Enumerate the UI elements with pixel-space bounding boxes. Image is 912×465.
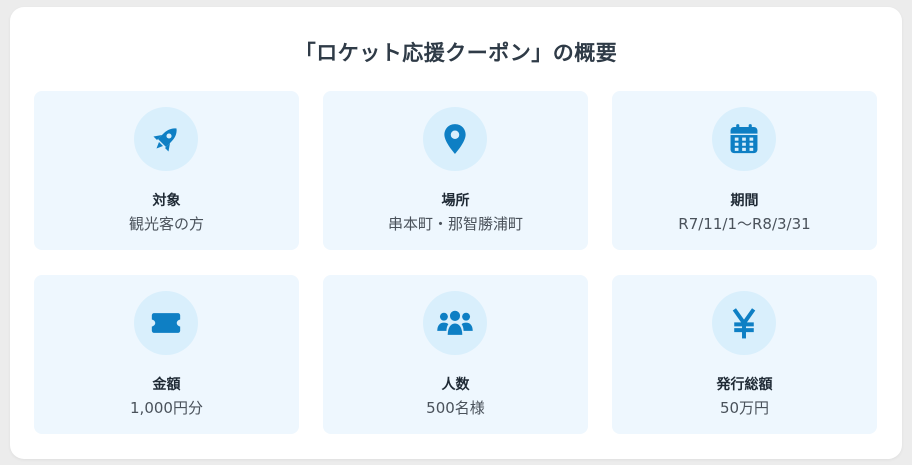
card-value: 観光客の方	[128, 215, 204, 233]
card-label: 期間	[730, 193, 759, 209]
card-target: 対象 観光客の方	[34, 91, 299, 250]
calendar-icon	[712, 107, 776, 171]
card-value: R7/11/1〜R8/3/31	[678, 215, 811, 233]
rocket-icon	[134, 107, 198, 171]
map-pin-icon	[423, 107, 487, 171]
ticket-icon	[134, 291, 198, 355]
card-label: 金額	[152, 377, 181, 393]
card-total: 発行総額 50万円	[612, 275, 877, 434]
yen-icon	[712, 291, 776, 355]
card-amount: 金額 1,000円分	[34, 275, 299, 434]
card-label: 発行総額	[716, 377, 773, 393]
users-icon	[423, 291, 487, 355]
card-people: 人数 500名様	[323, 275, 588, 434]
card-label: 対象	[152, 193, 181, 209]
card-label: 人数	[441, 377, 470, 393]
card-value: 串本町・那智勝浦町	[387, 215, 523, 233]
card-value: 1,000円分	[130, 399, 203, 417]
page-title: 「ロケット応援クーポン」の概要	[294, 41, 618, 65]
card-label: 場所	[441, 193, 470, 209]
card-value: 500名様	[426, 399, 485, 417]
card-period: 期間 R7/11/1〜R8/3/31	[612, 91, 877, 250]
overview-panel: 「ロケット応援クーポン」の概要 対象 観光客の方 場所 串本町・那智勝浦町 期間…	[10, 7, 902, 459]
card-value: 50万円	[719, 399, 770, 417]
card-location: 場所 串本町・那智勝浦町	[323, 91, 588, 250]
